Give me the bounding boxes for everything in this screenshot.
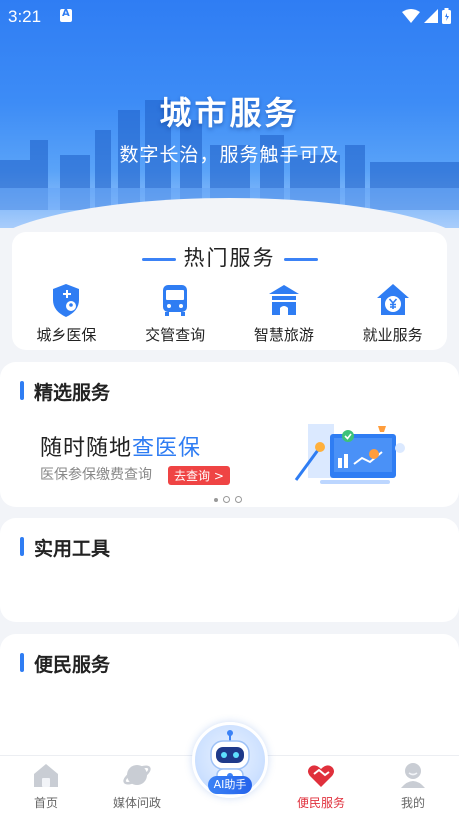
yuan-house-icon — [376, 284, 409, 315]
wifi-icon — [402, 9, 420, 23]
bus-icon — [163, 285, 188, 316]
hot-services-title: 热门服务 — [183, 246, 276, 270]
hot-item-employment[interactable]: 就业服务 — [345, 280, 441, 345]
carousel-dot[interactable] — [214, 497, 218, 502]
nav-item-convenient[interactable]: 便民服务 — [281, 760, 361, 811]
battery-icon — [442, 8, 451, 24]
page-title: 城市服务 — [159, 94, 300, 132]
user-icon — [401, 763, 425, 788]
nav-label: 便民服务 — [296, 796, 345, 810]
dashboard-illustration — [294, 424, 405, 484]
hot-item-label: 智慧旅游 — [253, 326, 314, 344]
heading-bar-right — [283, 257, 318, 261]
signal-icon — [424, 9, 438, 23]
section-title: 便民服务 — [20, 650, 110, 677]
nav-label: 首页 — [33, 796, 58, 810]
home-icon — [34, 764, 58, 787]
go-query-button[interactable]: 去查询 > — [168, 466, 230, 485]
hot-services-card: 热门服务 城乡医保 交管查询 智慧旅游 就业服务 — [12, 232, 447, 350]
hot-item-label: 城乡医保 — [36, 326, 97, 344]
page-subtitle: 数字长治，服务触手可及 — [119, 144, 340, 166]
nav-item-home[interactable]: 首页 — [6, 760, 86, 811]
banner-subtitle: 医保参保缴费查询 — [40, 467, 152, 483]
banner-title-highlight: 查医保 — [132, 436, 202, 461]
nav-label: 我的 — [400, 796, 425, 810]
section-title: 实用工具 — [20, 534, 110, 561]
nav-label: 媒体问政 — [112, 796, 161, 810]
carousel-dot[interactable] — [235, 496, 242, 503]
section-title: 精选服务 — [20, 378, 110, 405]
practical-tools-section: 实用工具 — [0, 518, 459, 622]
hot-item-medical-insurance[interactable]: 城乡医保 — [18, 280, 114, 345]
banner-title[interactable]: 随时随地查医保 — [40, 430, 201, 462]
hot-item-smart-tourism[interactable]: 智慧旅游 — [236, 280, 332, 345]
hot-item-traffic-query[interactable]: 交管查询 — [127, 280, 223, 345]
selected-services-section: 精选服务 随时随地查医保 医保参保缴费查询 去查询 > — [0, 362, 459, 507]
hot-services-heading: 热门服务 — [12, 242, 447, 272]
hot-item-label: 交管查询 — [145, 326, 206, 344]
heading-bar-left — [141, 257, 176, 261]
planet-icon — [123, 765, 151, 785]
medical-shield-icon — [53, 284, 80, 317]
heart-hands-icon — [308, 765, 334, 787]
carousel-dot-active[interactable] — [223, 496, 230, 503]
status-time: 3:21 — [8, 7, 42, 26]
ai-assistant-label[interactable]: AI助手 — [208, 776, 252, 794]
status-bar: 3:21 — [0, 0, 459, 32]
banner-title-prefix: 随时随地 — [40, 436, 133, 461]
nav-item-profile[interactable]: 我的 — [373, 760, 453, 811]
nav-item-media[interactable]: 媒体问政 — [97, 760, 177, 811]
hot-item-label: 就业服务 — [362, 326, 423, 344]
carousel-dots[interactable] — [214, 496, 242, 503]
gate-icon — [268, 285, 299, 315]
notification-a-icon — [60, 8, 72, 22]
